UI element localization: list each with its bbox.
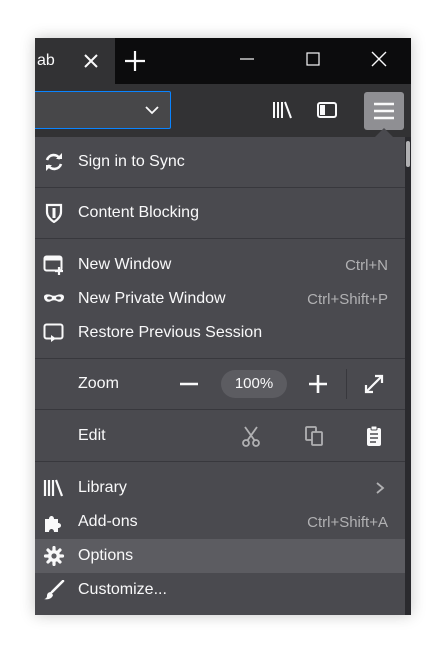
restore-session-icon xyxy=(43,323,65,343)
minimize-button[interactable] xyxy=(223,38,271,84)
browser-window: ab Sign in to Sync Content Blocking New … xyxy=(35,38,411,615)
maximize-icon xyxy=(305,51,321,72)
tab-bar: ab xyxy=(35,38,411,84)
paintbrush-icon xyxy=(43,579,65,600)
app-menu-panel: Sign in to Sync Content Blocking New Win… xyxy=(35,137,405,615)
sidebar-icon[interactable] xyxy=(315,98,339,122)
private-mask-icon xyxy=(43,289,65,309)
panel-scrollbar[interactable] xyxy=(405,137,411,615)
menu-item-library[interactable]: Library xyxy=(35,471,405,505)
copy-icon[interactable] xyxy=(302,424,326,448)
navigation-toolbar xyxy=(35,84,411,136)
menu-item-zoom: Zoom 100% xyxy=(35,367,405,401)
menu-item-edit: Edit xyxy=(35,419,405,453)
menu-item-shortcut: Ctrl+N xyxy=(345,257,388,274)
shield-icon xyxy=(43,203,65,224)
panel-arrow xyxy=(375,128,393,137)
menu-item-label: Add-ons xyxy=(78,513,138,530)
maximize-button[interactable] xyxy=(289,38,337,84)
menu-item-content-blocking[interactable]: Content Blocking xyxy=(35,196,405,230)
fullscreen-icon[interactable] xyxy=(362,372,386,396)
new-window-icon xyxy=(43,255,65,275)
menu-item-label: Library xyxy=(78,479,127,496)
zoom-in-button[interactable] xyxy=(306,372,330,396)
close-window-button[interactable] xyxy=(355,38,403,84)
menu-item-label: New Private Window xyxy=(78,290,226,307)
library-icon xyxy=(43,478,65,498)
separator xyxy=(35,358,405,359)
chevron-down-icon[interactable] xyxy=(144,103,160,117)
menu-item-shortcut: Ctrl+Shift+A xyxy=(307,514,388,531)
zoom-out-button[interactable] xyxy=(177,372,201,396)
puzzle-piece-icon xyxy=(43,512,65,532)
chevron-right-icon xyxy=(375,481,385,500)
menu-item-shortcut: Ctrl+Shift+P xyxy=(307,291,388,308)
menu-item-restore-session[interactable]: Restore Previous Session xyxy=(35,316,405,350)
menu-item-sync[interactable]: Sign in to Sync xyxy=(35,145,405,179)
menu-item-label: Options xyxy=(78,547,134,564)
library-icon[interactable] xyxy=(271,98,295,122)
menu-item-addons[interactable]: Add-ons Ctrl+Shift+A xyxy=(35,505,405,539)
separator xyxy=(35,461,405,462)
separator xyxy=(35,238,405,239)
menu-item-label: Content Blocking xyxy=(78,204,199,221)
menu-item-label: Sign in to Sync xyxy=(78,153,185,170)
scrollbar-thumb[interactable] xyxy=(406,141,410,167)
separator xyxy=(346,369,347,399)
zoom-reset-button[interactable]: 100% xyxy=(221,370,287,398)
menu-item-label: Restore Previous Session xyxy=(78,324,263,341)
separator xyxy=(35,409,405,410)
menu-item-new-window[interactable]: New Window Ctrl+N xyxy=(35,248,405,282)
gear-icon xyxy=(43,545,65,567)
tab-active[interactable]: ab xyxy=(35,38,115,84)
sync-icon xyxy=(43,152,65,172)
menu-item-label: New Window xyxy=(78,256,172,273)
menu-item-options[interactable]: Options xyxy=(35,539,405,573)
tab-title: ab xyxy=(37,52,55,69)
close-icon xyxy=(370,50,388,73)
menu-item-new-private-window[interactable]: New Private Window Ctrl+Shift+P xyxy=(35,282,405,316)
url-bar[interactable] xyxy=(35,91,171,129)
open-menu-button[interactable] xyxy=(364,92,404,130)
menu-item-label: Customize... xyxy=(78,581,167,598)
minimize-icon xyxy=(239,51,255,72)
menu-item-label: Edit xyxy=(78,427,106,444)
separator xyxy=(35,187,405,188)
paste-icon[interactable] xyxy=(362,424,386,448)
menu-item-customize[interactable]: Customize... xyxy=(35,573,405,607)
cut-icon[interactable] xyxy=(239,424,263,448)
new-tab-icon[interactable] xyxy=(123,49,147,73)
close-tab-icon[interactable] xyxy=(81,51,101,71)
menu-item-label: Zoom xyxy=(78,375,119,392)
